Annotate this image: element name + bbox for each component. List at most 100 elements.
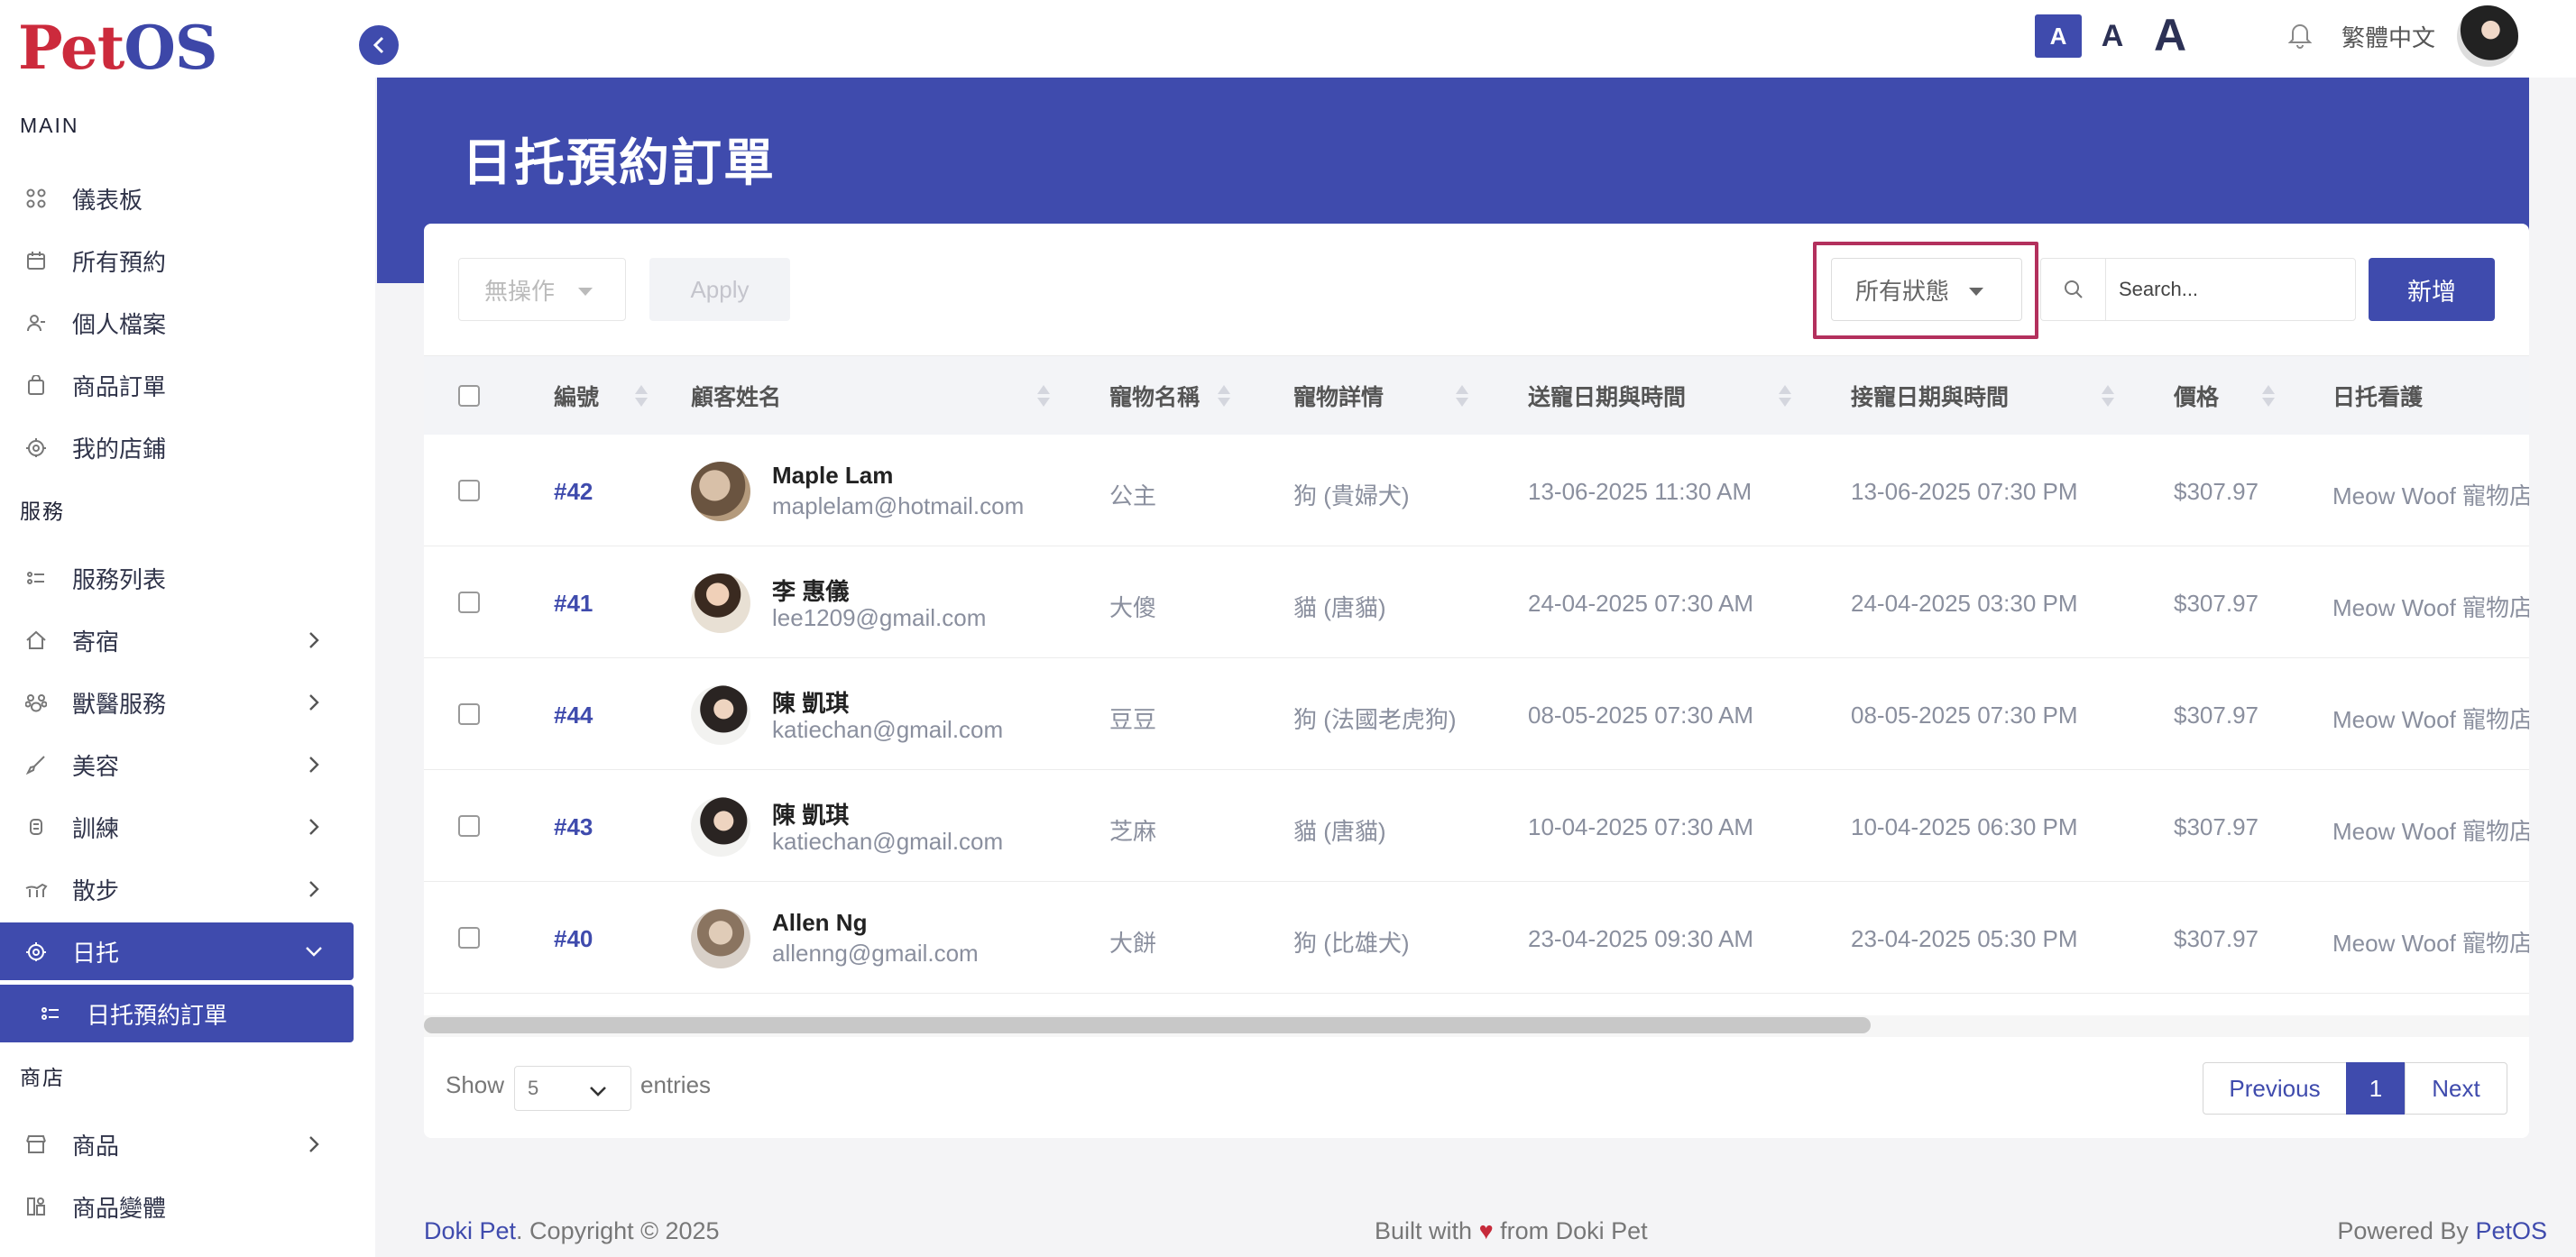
user-avatar[interactable] (2457, 5, 2518, 67)
daycare-carer: Meow Woof 寵物店 (2332, 818, 2529, 845)
dropoff-datetime: 10-04-2025 07:30 AM (1528, 813, 1754, 840)
row-checkbox[interactable] (458, 927, 480, 949)
bell-icon[interactable] (2287, 20, 2314, 50)
petos-logo[interactable]: PetOS (18, 13, 218, 83)
sort-icon[interactable] (1456, 385, 1468, 408)
column-header-customer[interactable]: 顧客姓名 (691, 356, 781, 436)
chevron-right-icon (301, 626, 327, 655)
row-checkbox[interactable] (458, 592, 480, 613)
row-checkbox[interactable] (458, 703, 480, 725)
sidebar-item-walking[interactable]: 散步 (0, 860, 354, 918)
brand-link[interactable]: Doki Pet (424, 1217, 516, 1244)
brush-icon (23, 752, 49, 777)
table-row[interactable]: #44 陳 凱琪 katiechan@gmail.com 豆豆 狗 (法國老虎狗… (424, 658, 2529, 770)
pickup-datetime: 08-05-2025 07:30 PM (1851, 702, 2078, 729)
collapse-sidebar-button[interactable] (359, 25, 399, 65)
search-icon (2040, 258, 2105, 321)
previous-page-button[interactable]: Previous (2203, 1062, 2347, 1115)
column-header-dropoff[interactable]: 送寵日期與時間 (1528, 356, 1686, 436)
column-header-pet-detail[interactable]: 寵物詳情 (1293, 356, 1384, 436)
sidebar-item-my-store[interactable]: 我的店鋪 (0, 418, 354, 476)
copyright: Doki Pet. Copyright © 2025 (424, 1217, 720, 1244)
horizontal-scrollbar-thumb[interactable] (424, 1017, 1871, 1033)
petos-link[interactable]: PetOS (2475, 1217, 2547, 1244)
add-button[interactable]: 新增 (2369, 258, 2495, 321)
daycare-carer: Meow Woof 寵物店 (2332, 930, 2529, 957)
customer-avatar (691, 462, 750, 521)
customer-avatar (691, 909, 750, 968)
sort-icon[interactable] (1037, 385, 1050, 408)
customer-email: katiechan@gmail.com (772, 716, 1004, 743)
page-1-button[interactable]: 1 (2346, 1062, 2406, 1115)
row-checkbox[interactable] (458, 480, 480, 501)
next-page-button[interactable]: Next (2405, 1062, 2507, 1115)
customer-email: lee1209@gmail.com (772, 604, 987, 631)
row-checkbox[interactable] (458, 815, 480, 837)
sidebar-item-product-variants[interactable]: 商品變體 (0, 1178, 354, 1235)
sidebar-item-all-bookings[interactable]: 所有預約 (0, 232, 354, 289)
select-all-checkbox[interactable] (458, 385, 480, 407)
sidebar-item-service-list[interactable]: 服務列表 (0, 549, 354, 607)
variant-icon (23, 1194, 49, 1219)
customer-avatar (691, 797, 750, 857)
table-row[interactable]: #43 陳 凱琪 katiechan@gmail.com 芝麻 貓 (唐貓) 1… (424, 770, 2529, 882)
table-row[interactable]: #40 Allen Ng allenng@gmail.com 大餅 狗 (比雄犬… (424, 882, 2529, 994)
sidebar: PetOS MAIN 儀表板 所有預約 個人檔案 商品訂單 我的店鋪 服務 服務… (0, 0, 375, 1257)
column-header-id[interactable]: 編號 (554, 356, 599, 436)
sidebar-item-products[interactable]: 商品 (0, 1115, 354, 1173)
status-filter-select[interactable]: 所有狀態 (1831, 258, 2022, 321)
caret-down-icon (1969, 288, 1983, 296)
sort-icon[interactable] (1779, 385, 1791, 408)
sidebar-item-boarding[interactable]: 寄宿 (0, 611, 354, 669)
font-size-medium-button[interactable]: A (2089, 14, 2136, 58)
order-id-link[interactable]: #40 (554, 925, 593, 953)
font-size-small-button[interactable]: A (2035, 14, 2082, 58)
column-header-pickup[interactable]: 接寵日期與時間 (1851, 356, 2009, 436)
sort-icon[interactable] (2262, 385, 2275, 408)
column-header-carer[interactable]: 日托看護 (2332, 356, 2423, 436)
price: $307.97 (2174, 813, 2259, 840)
sort-icon[interactable] (2102, 385, 2114, 408)
daycare-carer: Meow Woof 寵物店 (2332, 482, 2529, 509)
order-id-link[interactable]: #42 (554, 478, 593, 506)
daycare-carer: Meow Woof 寵物店 (2332, 594, 2529, 621)
order-id-link[interactable]: #43 (554, 813, 593, 841)
pet-name: 大餅 (1109, 930, 1157, 957)
customer-name: 陳 凱琪 (772, 802, 850, 829)
font-size-large-button[interactable]: A (2143, 7, 2197, 63)
price: $307.97 (2174, 702, 2259, 729)
table-row[interactable]: #42 Maple Lam maplelam@hotmail.com 公主 狗 … (424, 435, 2529, 546)
customer-email: allenng@gmail.com (772, 940, 979, 967)
sidebar-item-vet[interactable]: 獸醫服務 (0, 674, 354, 731)
apply-button[interactable]: Apply (649, 258, 790, 321)
customer-name: Maple Lam (772, 462, 894, 489)
sort-icon[interactable] (1218, 385, 1230, 408)
language-selector[interactable]: 繁體中文 (2341, 20, 2435, 53)
section-main: MAIN (20, 114, 79, 137)
store-icon (23, 435, 49, 460)
show-label: Show (446, 1071, 505, 1098)
search-input[interactable] (2105, 258, 2356, 321)
pet-name: 公主 (1109, 482, 1157, 509)
sidebar-item-grooming[interactable]: 美容 (0, 736, 354, 794)
chevron-down-icon (589, 1079, 607, 1103)
column-header-price[interactable]: 價格 (2174, 356, 2219, 436)
chevron-right-icon (301, 688, 327, 717)
order-id-link[interactable]: #44 (554, 702, 593, 729)
sidebar-item-training[interactable]: 訓練 (0, 798, 354, 856)
paw-icon (23, 690, 49, 715)
sidebar-item-profile[interactable]: 個人檔案 (0, 294, 354, 352)
sidebar-item-daycare[interactable]: 日托 (0, 922, 354, 980)
table-row[interactable]: #41 李 惠儀 lee1209@gmail.com 大傻 貓 (唐貓) 24-… (424, 546, 2529, 658)
sidebar-item-product-orders[interactable]: 商品訂單 (0, 356, 354, 414)
page-size-select[interactable]: 5 (514, 1066, 631, 1111)
customer-email: maplelam@hotmail.com (772, 492, 1025, 519)
sort-icon[interactable] (635, 385, 648, 408)
price: $307.97 (2174, 478, 2259, 505)
column-header-pet-name[interactable]: 寵物名稱 (1109, 356, 1200, 436)
order-id-link[interactable]: #41 (554, 590, 593, 618)
sidebar-item-daycare-orders[interactable]: 日托預約訂單 (0, 985, 354, 1042)
top-bar (375, 0, 2576, 78)
bulk-action-select[interactable]: 無操作 (458, 258, 626, 321)
sidebar-item-dashboard[interactable]: 儀表板 (0, 170, 354, 227)
